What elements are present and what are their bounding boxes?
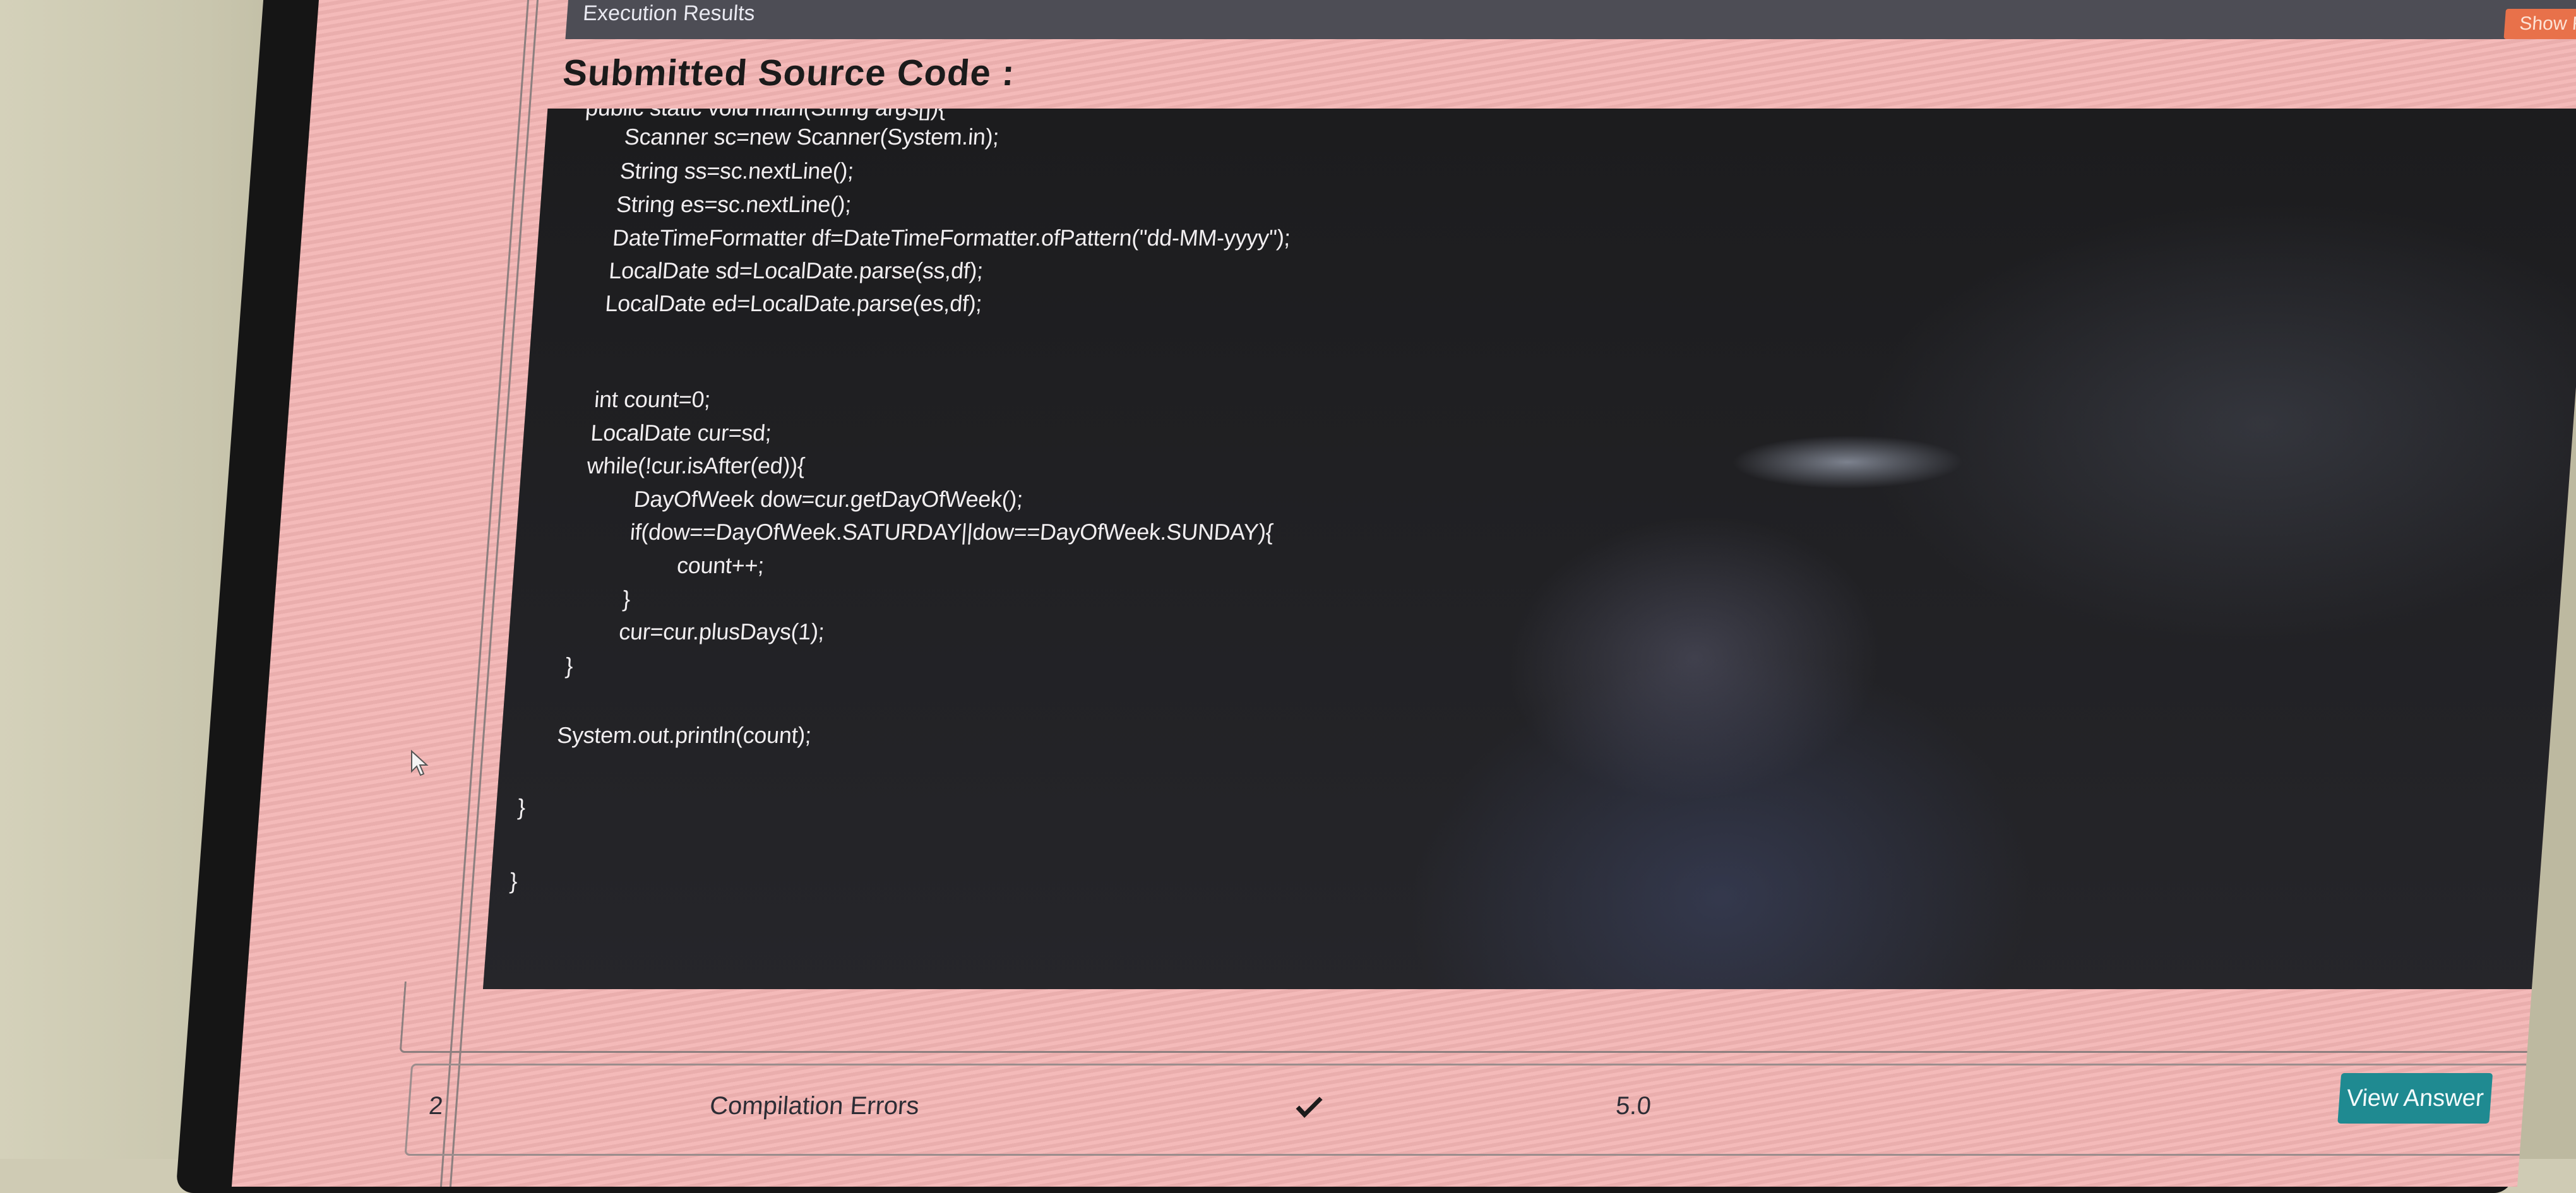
view-answer-button[interactable]: View Answer bbox=[2337, 1073, 2493, 1124]
code-line: if(dow==DayOfWeek.SATURDAY||dow==DayOfWe… bbox=[629, 519, 1275, 545]
mouse-cursor-icon bbox=[411, 750, 429, 776]
execution-results-bar: Execution Results Show Results bbox=[565, 0, 2576, 39]
result-score: 5.0 bbox=[1614, 1092, 1652, 1120]
code-line: LocalDate ed=LocalDate.parse(es,df); bbox=[604, 290, 983, 316]
code-line: Scanner sc=new Scanner(System.in); bbox=[623, 124, 1000, 150]
result-row: 2 Compilation Errors 5.0 View Answer bbox=[404, 1064, 2562, 1156]
show-results-button[interactable]: Show Results bbox=[2503, 9, 2576, 39]
code-line: String ss=sc.nextLine(); bbox=[619, 158, 855, 184]
code-line: LocalDate cur=sd; bbox=[590, 420, 773, 446]
code-line: cur=cur.plusDays(1); bbox=[618, 619, 826, 644]
code-line: LocalDate sd=LocalDate.parse(ss,df); bbox=[608, 258, 984, 283]
monitor-screen: Execution Results Show Results Submitted… bbox=[231, 0, 2576, 1187]
source-code-panel: public static void main(String args[]){ … bbox=[482, 109, 2576, 989]
code-line: count++; bbox=[676, 552, 765, 578]
check-icon bbox=[1296, 1096, 1323, 1119]
result-status: Compilation Errors bbox=[708, 1092, 921, 1120]
code-line: System.out.println(count); bbox=[556, 722, 813, 748]
code-line: DateTimeFormatter df=DateTimeFormatter.o… bbox=[611, 225, 1292, 251]
code-line: int count=0; bbox=[593, 386, 712, 412]
code-line: while(!cur.isAfter(ed)){ bbox=[586, 453, 806, 478]
code-line: DayOfWeek dow=cur.getDayOfWeek(); bbox=[633, 486, 1024, 512]
code-line: public static void main(String args[]){ bbox=[585, 109, 947, 121]
code-line: String es=sc.nextLine(); bbox=[615, 191, 852, 217]
execution-results-label: Execution Results bbox=[582, 1, 756, 25]
source-panel-frame bbox=[399, 982, 2576, 1053]
result-index: 2 bbox=[427, 1092, 444, 1120]
submitted-source-heading: Submitted Source Code : bbox=[561, 52, 1017, 93]
